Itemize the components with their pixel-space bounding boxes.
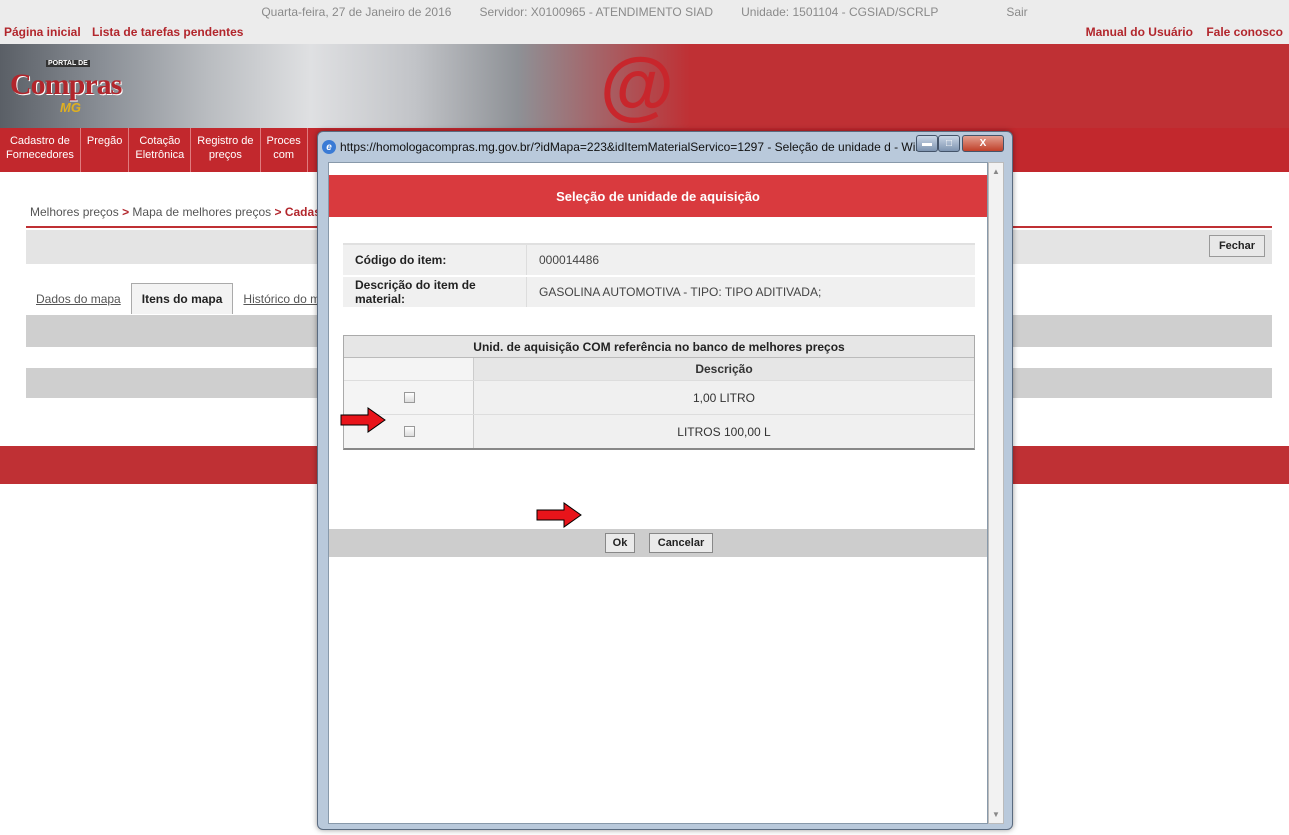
dialog-title: Seleção de unidade de aquisição	[329, 175, 987, 217]
breadcrumb-melhores-precos[interactable]: Melhores preços	[30, 205, 119, 219]
item-code-row: Código do item: 000014486	[343, 245, 975, 277]
table-row: LITROS 100,00 L	[344, 414, 974, 448]
logout-link[interactable]: Sair	[1006, 5, 1027, 19]
current-date: Quarta-feira, 27 de Janeiro de 2016	[261, 5, 452, 19]
logo-name: Compras	[10, 68, 122, 101]
portal-logo[interactable]: PORTAL DE Compras MG	[6, 50, 122, 122]
item-code-label: Código do item:	[343, 245, 527, 275]
units-table-title: Unid. de aquisição COM referência no ban…	[344, 336, 974, 358]
scrollbar[interactable]: ▲ ▼	[988, 162, 1004, 824]
unit-description-2: LITROS 100,00 L	[474, 415, 974, 448]
dialog-button-bar: Ok Cancelar	[329, 529, 987, 557]
menu-item-registro-precos[interactable]: Registro de preços	[191, 128, 261, 172]
server-info: Servidor: X0100965 - ATENDIMENTO SIAD	[479, 5, 714, 19]
logo-region: MG	[60, 100, 81, 115]
item-code-value: 000014486	[539, 253, 600, 267]
menu-item-processo-compra[interactable]: Proces com	[261, 128, 308, 172]
menu-item-cadastro-fornecedores[interactable]: Cadastro de Fornecedores	[0, 128, 81, 172]
tab-itens-mapa[interactable]: Itens do mapa	[130, 283, 234, 314]
arrow-annotation-icon	[340, 407, 386, 433]
at-symbol-graphic: @	[600, 43, 675, 128]
user-manual-link[interactable]: Manual do Usuário	[1086, 25, 1193, 39]
tab-historico-mapa[interactable]: Histórico do m	[233, 284, 330, 314]
close-button[interactable]: Fechar	[1209, 235, 1265, 257]
unit-info: Unidade: 1501104 - CGSIAD/SCRLP	[741, 5, 939, 19]
item-desc-value: GASOLINA AUTOMOTIVA - TIPO: TIPO ADITIVA…	[539, 285, 822, 299]
maximize-button[interactable]: □	[938, 135, 960, 152]
contact-link[interactable]: Fale conosco	[1206, 25, 1283, 39]
item-info-table: Código do item: 000014486 Descrição do i…	[343, 243, 975, 309]
checkbox-column-header	[344, 358, 474, 380]
session-info: Quarta-feira, 27 de Janeiro de 2016 Serv…	[0, 0, 1289, 24]
pending-tasks-link[interactable]: Lista de tarefas pendentes	[92, 25, 243, 39]
table-row: 1,00 LITRO	[344, 380, 974, 414]
nav-left: Página inicial Lista de tarefas pendente…	[4, 25, 251, 39]
browser-icon: e	[322, 140, 336, 154]
nav-right: Manual do Usuário Fale conosco	[1076, 25, 1283, 39]
popup-title-bar[interactable]: e https://homologacompras.mg.gov.br/?idM…	[322, 136, 1008, 158]
ok-button[interactable]: Ok	[605, 533, 635, 553]
breadcrumb-mapa[interactable]: Mapa de melhores preços	[132, 205, 271, 219]
scroll-down-icon[interactable]: ▼	[992, 810, 1000, 819]
units-table-header: Descrição	[344, 358, 974, 380]
unit-checkbox-2[interactable]	[404, 426, 415, 437]
item-desc-row: Descrição do item de material: GASOLINA …	[343, 277, 975, 309]
popup-url: https://homologacompras.mg.gov.br/?idMap…	[340, 140, 920, 154]
top-bar: Quarta-feira, 27 de Janeiro de 2016 Serv…	[0, 0, 1289, 44]
description-column-header: Descrição	[474, 358, 974, 380]
breadcrumb: Melhores preços > Mapa de melhores preço…	[30, 205, 348, 219]
tabs: Dados do mapa Itens do mapa Histórico do…	[26, 282, 330, 314]
banner: @ PORTAL DE Compras MG	[0, 44, 1289, 128]
units-table: Unid. de aquisição COM referência no ban…	[343, 335, 975, 450]
popup-content: Seleção de unidade de aquisição Código d…	[328, 162, 988, 824]
logo-portal-text: PORTAL DE	[46, 60, 90, 67]
unit-checkbox-1[interactable]	[404, 392, 415, 403]
scroll-up-icon[interactable]: ▲	[992, 167, 1000, 176]
arrow-annotation-icon	[536, 502, 582, 528]
item-desc-label: Descrição do item de material:	[343, 277, 527, 307]
tab-dados-mapa[interactable]: Dados do mapa	[26, 284, 131, 314]
window-close-button[interactable]: X	[962, 135, 1004, 152]
popup-window: e https://homologacompras.mg.gov.br/?idM…	[317, 131, 1013, 830]
unit-description-1: 1,00 LITRO	[474, 381, 974, 414]
minimize-button[interactable]: ▬	[916, 135, 938, 152]
menu-item-pregao[interactable]: Pregão	[81, 128, 130, 172]
cancel-button[interactable]: Cancelar	[649, 533, 713, 553]
home-link[interactable]: Página inicial	[4, 25, 81, 39]
menu-item-cotacao-eletronica[interactable]: Cotação Eletrônica	[129, 128, 192, 172]
